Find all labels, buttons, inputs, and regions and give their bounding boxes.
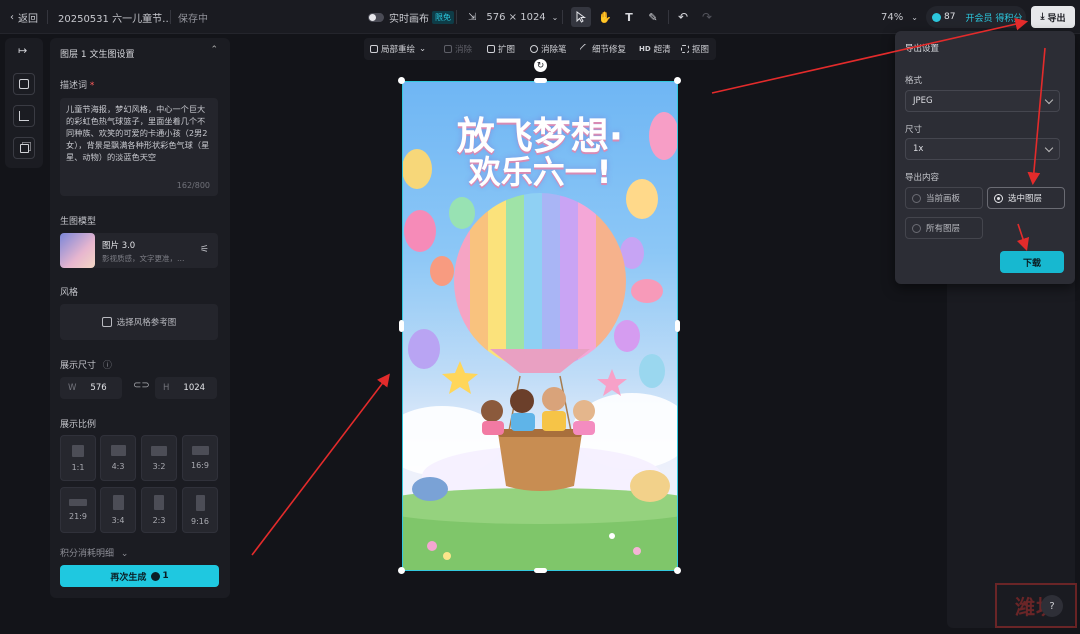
help-button[interactable]: ? <box>1041 595 1063 617</box>
watermark-stamp: 潍坊 <box>995 583 1077 628</box>
annotation-arrows <box>251 17 1046 556</box>
